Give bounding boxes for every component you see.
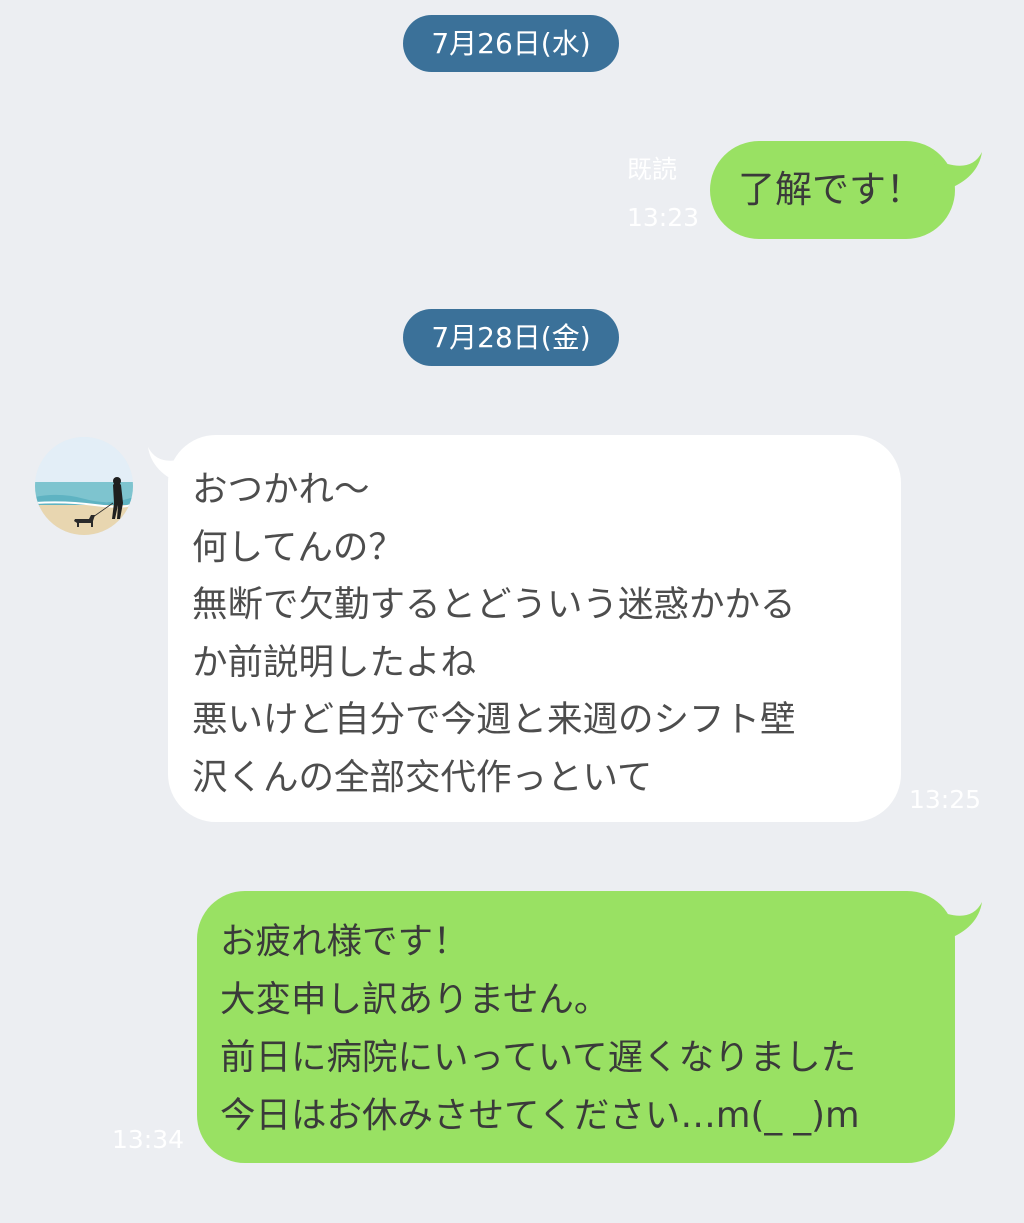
message-text-line: 沢くんの全部交代作っといて [192,756,653,798]
bubble-tail [932,902,982,940]
beach-avatar-icon [35,437,133,535]
message-text-line: 何してんの？ [192,526,404,568]
date-separator: 7月28日(金) [403,309,619,366]
message-text-line: か前説明したよね [192,641,477,683]
message-text: 了解です！ [738,168,923,211]
date-separator: 7月26日(水) [403,15,619,72]
message-text-line: 前日に病院にいっていて遅くなりました [220,1037,857,1078]
message-text-line: おつかれ〜 [192,469,370,510]
message-timestamp: 13:23 [627,203,700,232]
read-receipt: 既読 [627,155,678,184]
message-text-line: 大変申し訳ありません。 [220,979,610,1020]
message-timestamp: 13:25 [909,785,982,814]
message-text-line: 悪いけど自分で今週と来週のシフト壁 [192,699,796,740]
message-bubble[interactable]: お疲れ様です！ 大変申し訳ありません。 前日に病院にいっていて遅くなりました 今… [197,891,955,1163]
contact-avatar[interactable] [35,437,133,535]
message-bubble[interactable]: おつかれ〜 何してんの？ 無断で欠勤するとどういう迷惑かかる か前説明したよね … [168,435,901,822]
message-text-line: 無断で欠勤するとどういう迷惑かかる [192,584,796,625]
message-text-line: 今日はお休みさせてください…m(_ _)m [220,1095,860,1136]
message-text-line: お疲れ様です！ [220,921,469,962]
message-bubble[interactable]: 了解です！ [710,141,955,239]
bubble-tail [932,152,982,190]
message-timestamp: 13:34 [112,1125,185,1154]
